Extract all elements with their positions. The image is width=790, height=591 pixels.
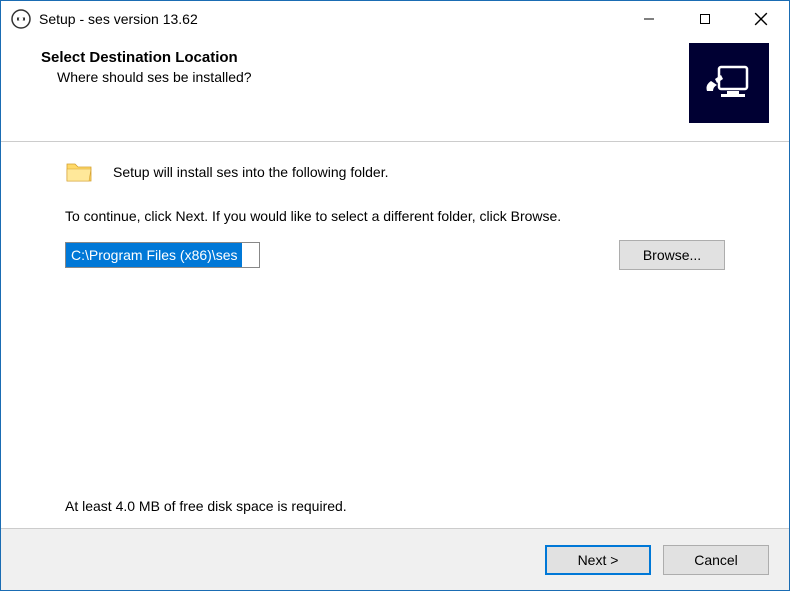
path-input-wrap: C:\Program Files (x86)\ses xyxy=(65,242,603,268)
folder-icon xyxy=(65,160,93,184)
content-area: Select Destination Location Where should… xyxy=(1,37,789,590)
window-controls xyxy=(621,1,789,37)
page-subtitle: Where should ses be installed? xyxy=(57,69,689,85)
installer-window: Setup - ses version 13.62 Select Destina… xyxy=(0,0,790,591)
install-notice-row: Setup will install ses into the followin… xyxy=(65,160,725,184)
main-content: Setup will install ses into the followin… xyxy=(1,142,789,528)
window-title: Setup - ses version 13.62 xyxy=(39,11,621,27)
next-button[interactable]: Next > xyxy=(545,545,651,575)
path-row: C:\Program Files (x86)\ses Browse... xyxy=(65,240,725,270)
disk-space-text: At least 4.0 MB of free disk space is re… xyxy=(65,498,347,514)
installer-logo-icon xyxy=(689,43,769,123)
close-button[interactable] xyxy=(733,1,789,37)
footer: Next > Cancel xyxy=(1,528,789,590)
page-title: Select Destination Location xyxy=(41,49,689,66)
maximize-button[interactable] xyxy=(677,1,733,37)
instruction-text: To continue, click Next. If you would li… xyxy=(65,208,725,224)
app-icon xyxy=(11,9,31,29)
header-text: Select Destination Location Where should… xyxy=(41,49,689,85)
cancel-button[interactable]: Cancel xyxy=(663,545,769,575)
install-notice-text: Setup will install ses into the followin… xyxy=(113,164,388,180)
titlebar: Setup - ses version 13.62 xyxy=(1,1,789,37)
header-section: Select Destination Location Where should… xyxy=(1,37,789,142)
minimize-button[interactable] xyxy=(621,1,677,37)
browse-button[interactable]: Browse... xyxy=(619,240,725,270)
install-path-input[interactable] xyxy=(65,242,260,268)
